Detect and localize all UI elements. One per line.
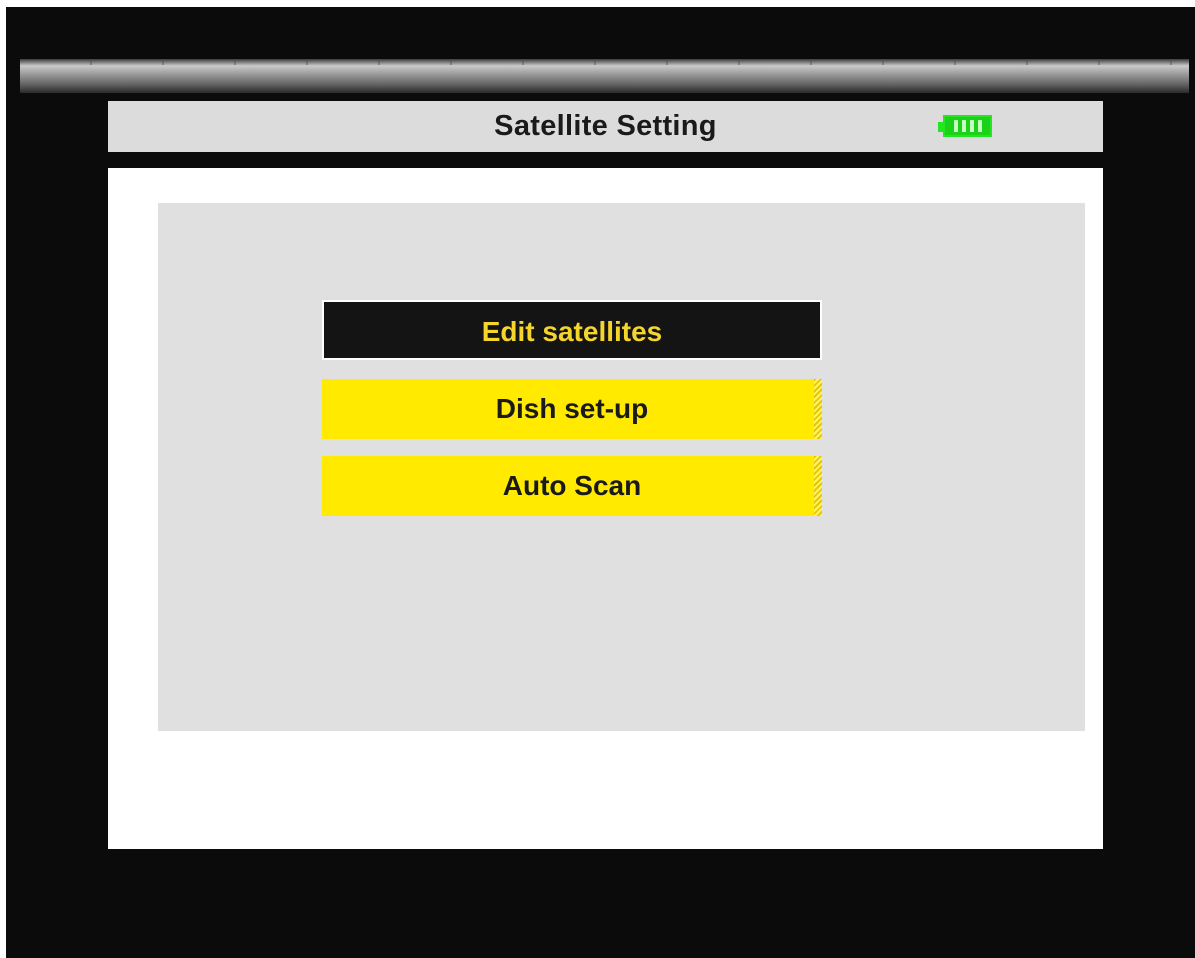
battery-body (943, 115, 992, 137)
battery-full-icon (938, 115, 994, 139)
menu-item-auto-scan[interactable]: Auto Scan (322, 456, 822, 516)
battery-level-bar (953, 120, 958, 132)
menu-item-dish-setup[interactable]: Dish set-up (322, 379, 822, 439)
battery-level-bar (977, 120, 982, 132)
menu-panel: Edit satellites Dish set-up Auto Scan (158, 203, 1085, 731)
battery-level-bar (969, 120, 974, 132)
content-panel: Edit satellites Dish set-up Auto Scan (108, 168, 1103, 849)
strip-ticks (20, 59, 1189, 65)
header-bar: Satellite Setting (108, 101, 1103, 152)
menu-item-edit-satellites[interactable]: Edit satellites (322, 300, 822, 360)
battery-level-bar (961, 120, 966, 132)
top-decorative-strip (20, 59, 1189, 93)
